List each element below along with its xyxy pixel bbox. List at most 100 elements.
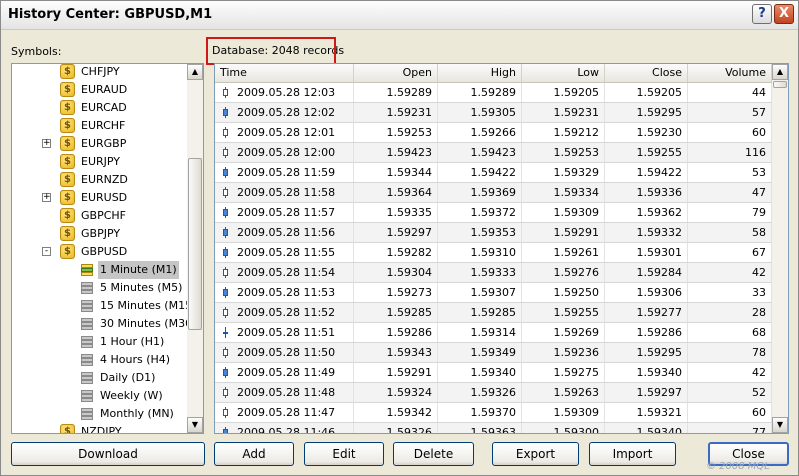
tree-symbol-item[interactable]: $ GBPCHF <box>12 207 188 225</box>
currency-symbol-icon: $ <box>60 208 75 223</box>
cell-volume: 42 <box>688 363 772 382</box>
table-row[interactable]: 2009.05.28 11:52 1.59285 1.59285 1.59255 1.5… <box>215 303 772 323</box>
table-row[interactable]: 2009.05.28 11:54 1.59304 1.59333 1.59276 1.5… <box>215 263 772 283</box>
cell-time: 2009.05.28 11:48 <box>215 383 354 402</box>
cell-low: 1.59309 <box>522 203 605 222</box>
table-row[interactable]: 2009.05.28 12:02 1.59231 1.59305 1.59231 1.5… <box>215 103 772 123</box>
delete-button[interactable]: Delete <box>393 442 474 466</box>
cell-close: 1.59205 <box>605 83 688 102</box>
cell-high: 1.59370 <box>438 403 522 422</box>
tree-scroll-up-button[interactable]: ▲ <box>187 64 203 80</box>
tree-symbol-item[interactable]: + $ EURUSD <box>12 189 188 207</box>
timeframe-database-icon <box>79 298 95 313</box>
cell-high: 1.59353 <box>438 223 522 242</box>
table-row[interactable]: 2009.05.28 11:58 1.59364 1.59369 1.59334 1.5… <box>215 183 772 203</box>
table-row[interactable]: 2009.05.28 11:49 1.59291 1.59340 1.59275 1.5… <box>215 363 772 383</box>
cell-time: 2009.05.28 12:00 <box>215 143 354 162</box>
symbols-label: Symbols: <box>11 45 62 58</box>
cell-volume: 60 <box>688 403 772 422</box>
cell-high: 1.59307 <box>438 283 522 302</box>
table-scroll-down-button[interactable]: ▼ <box>772 417 788 433</box>
tree-symbol-item[interactable]: $ EURNZD <box>12 171 188 189</box>
edit-button[interactable]: Edit <box>304 442 384 466</box>
expand-icon[interactable]: + <box>42 193 51 202</box>
cell-close: 1.59332 <box>605 223 688 242</box>
column-header-volume[interactable]: Volume <box>688 64 772 82</box>
cell-open: 1.59289 <box>354 83 438 102</box>
tree-timeframe-item[interactable]: 1 Hour (H1) <box>12 333 188 351</box>
tree-item-label: EURGBP <box>81 137 127 150</box>
history-table[interactable]: Time Open High Low Close Volume 2009.05.… <box>214 63 789 434</box>
tree-symbol-item[interactable]: $ NZDJPY <box>12 423 188 433</box>
add-button[interactable]: Add <box>214 442 294 466</box>
tree-symbol-item[interactable]: $ EURAUD <box>12 81 188 99</box>
tree-symbol-item[interactable]: + $ EURGBP <box>12 135 188 153</box>
timeframe-database-icon <box>79 406 95 421</box>
table-row[interactable]: 2009.05.28 11:47 1.59342 1.59370 1.59309 1.5… <box>215 403 772 423</box>
tree-symbol-item[interactable]: $ CHFJPY <box>12 64 188 81</box>
tree-timeframe-item[interactable]: Weekly (W) <box>12 387 188 405</box>
table-row[interactable]: 2009.05.28 11:56 1.59297 1.59353 1.59291 1.5… <box>215 223 772 243</box>
column-header-time[interactable]: Time <box>215 64 354 82</box>
tree-timeframe-item[interactable]: Monthly (MN) <box>12 405 188 423</box>
collapse-icon[interactable]: - <box>42 247 51 256</box>
cell-low: 1.59276 <box>522 263 605 282</box>
table-row[interactable]: 2009.05.28 11:46 1.59326 1.59363 1.59300 1.5… <box>215 423 772 433</box>
table-row[interactable]: 2009.05.28 12:00 1.59423 1.59423 1.59253 1.5… <box>215 143 772 163</box>
import-button[interactable]: Import <box>589 442 676 466</box>
cell-time: 2009.05.28 11:53 <box>215 283 354 302</box>
table-row[interactable]: 2009.05.28 11:55 1.59282 1.59310 1.59261 1.5… <box>215 243 772 263</box>
tree-symbol-item[interactable]: $ EURJPY <box>12 153 188 171</box>
cell-close: 1.59301 <box>605 243 688 262</box>
column-header-close[interactable]: Close <box>605 64 688 82</box>
tree-item-label: 1 Minute (M1) <box>98 261 179 279</box>
cell-volume: 42 <box>688 263 772 282</box>
tree-scroll-thumb[interactable] <box>188 158 202 330</box>
table-row[interactable]: 2009.05.28 12:01 1.59253 1.59266 1.59212 1.5… <box>215 123 772 143</box>
tree-symbol-item[interactable]: - $ GBPUSD <box>12 243 188 261</box>
cell-low: 1.59309 <box>522 403 605 422</box>
expand-icon[interactable]: + <box>42 139 51 148</box>
column-header-open[interactable]: Open <box>354 64 438 82</box>
tree-timeframe-item[interactable]: 4 Hours (H4) <box>12 351 188 369</box>
cell-open: 1.59364 <box>354 183 438 202</box>
table-row[interactable]: 2009.05.28 11:48 1.59324 1.59326 1.59263 1.5… <box>215 383 772 403</box>
table-row[interactable]: 2009.05.28 11:59 1.59344 1.59422 1.59329 1.5… <box>215 163 772 183</box>
table-row[interactable]: 2009.05.28 11:50 1.59343 1.59349 1.59236 1.5… <box>215 343 772 363</box>
tree-item-label: 15 Minutes (M15) <box>100 299 197 312</box>
cell-close: 1.59321 <box>605 403 688 422</box>
table-row[interactable]: 2009.05.28 12:03 1.59289 1.59289 1.59205 1.5… <box>215 83 772 103</box>
export-button[interactable]: Export <box>492 442 579 466</box>
column-header-low[interactable]: Low <box>522 64 605 82</box>
cell-high: 1.59289 <box>438 83 522 102</box>
tree-item-label: EURCHF <box>81 119 126 132</box>
cell-time: 2009.05.28 11:55 <box>215 243 354 262</box>
tree-symbol-item[interactable]: $ GBPJPY <box>12 225 188 243</box>
tree-scrollbar[interactable]: ▲ ▼ <box>187 64 203 433</box>
table-scroll-thumb[interactable] <box>773 81 787 88</box>
table-row[interactable]: 2009.05.28 11:53 1.59273 1.59307 1.59250 1.5… <box>215 283 772 303</box>
cell-time: 2009.05.28 11:56 <box>215 223 354 242</box>
table-scroll-up-button[interactable]: ▲ <box>772 64 788 80</box>
tree-timeframe-item[interactable]: 30 Minutes (M30) <box>12 315 196 333</box>
tree-timeframe-item[interactable]: 1 Minute (M1) <box>12 261 188 279</box>
help-button[interactable]: ? <box>752 4 772 24</box>
tree-timeframe-item[interactable]: Daily (D1) <box>12 369 188 387</box>
symbols-tree[interactable]: $ CHFJPY $ EURAUD $ EURCAD $ EURCHF + $ EURGBP $ EUR… <box>11 63 204 434</box>
cell-low: 1.59334 <box>522 183 605 202</box>
window-close-button[interactable]: X <box>774 4 794 24</box>
currency-symbol-icon: $ <box>60 190 75 205</box>
cell-open: 1.59297 <box>354 223 438 242</box>
table-row[interactable]: 2009.05.28 11:51 1.59286 1.59314 1.59269 1.5… <box>215 323 772 343</box>
cell-time: 2009.05.28 11:51 <box>215 323 354 342</box>
tree-timeframe-item[interactable]: 15 Minutes (M15) <box>12 297 196 315</box>
table-scrollbar[interactable]: ▲ ▼ <box>772 64 788 433</box>
tree-symbol-item[interactable]: $ EURCHF <box>12 117 188 135</box>
table-row[interactable]: 2009.05.28 11:57 1.59335 1.59372 1.59309 1.5… <box>215 203 772 223</box>
download-button[interactable]: Download <box>11 442 205 466</box>
tree-timeframe-item[interactable]: 5 Minutes (M5) <box>12 279 188 297</box>
tree-symbol-item[interactable]: $ EURCAD <box>12 99 188 117</box>
column-header-high[interactable]: High <box>438 64 522 82</box>
tree-scroll-down-button[interactable]: ▼ <box>187 417 203 433</box>
cell-time: 2009.05.28 11:59 <box>215 163 354 182</box>
